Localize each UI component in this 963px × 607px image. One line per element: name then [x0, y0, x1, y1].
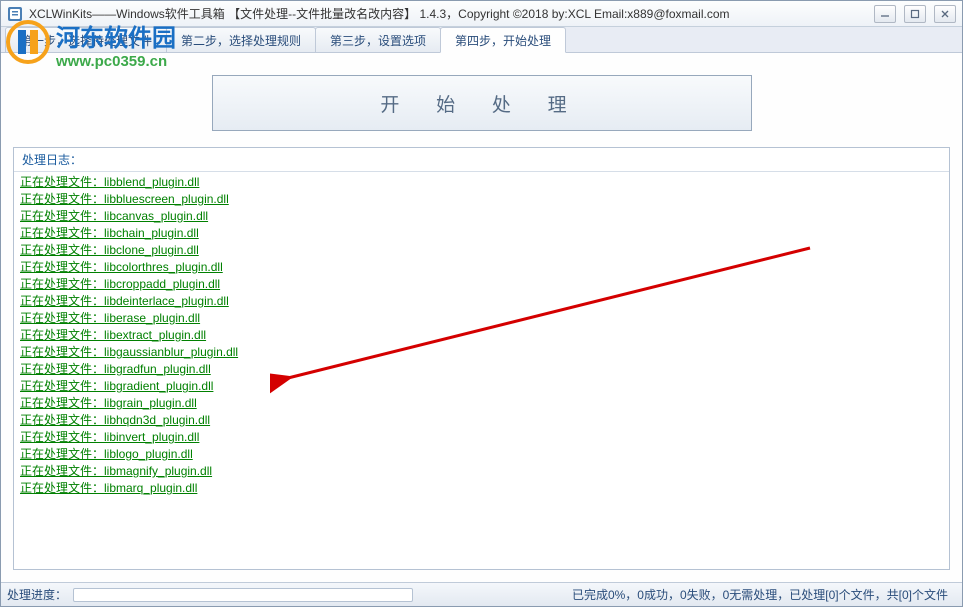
log-line: 正在处理文件：libmagnify_plugin.dll — [20, 463, 943, 480]
log-line: 正在处理文件：liberase_plugin.dll — [20, 310, 943, 327]
app-icon — [7, 6, 23, 22]
close-button[interactable] — [934, 5, 956, 23]
log-line: 正在处理文件：libmarq_plugin.dll — [20, 480, 943, 497]
status-summary: 已完成0%，0成功，0失败，0无需处理，已处理[0]个文件，共[0]个文件 — [572, 586, 948, 603]
log-line: 正在处理文件：libcanvas_plugin.dll — [20, 208, 943, 225]
step-tabs: 第一步，选择待处理文件 第二步，选择处理规则 第三步，设置选项 第四步，开始处理 — [1, 27, 962, 53]
tab-step1[interactable]: 第一步，选择待处理文件 — [5, 27, 167, 52]
main-window: XCLWinKits——Windows软件工具箱 【文件处理--文件批量改名改内… — [0, 0, 963, 607]
titlebar: XCLWinKits——Windows软件工具箱 【文件处理--文件批量改名改内… — [1, 1, 962, 27]
progress-bar — [73, 588, 413, 602]
log-line: 正在处理文件：libgaussianblur_plugin.dll — [20, 344, 943, 361]
tab-panel-step4: 开 始 处 理 处理日志： 正在处理文件：libblend_plugin.dll… — [1, 53, 962, 582]
tab-step3[interactable]: 第三步，设置选项 — [315, 27, 441, 52]
log-header: 处理日志： — [14, 148, 949, 172]
window-title: XCLWinKits——Windows软件工具箱 【文件处理--文件批量改名改内… — [29, 5, 874, 22]
log-line: 正在处理文件：libextract_plugin.dll — [20, 327, 943, 344]
log-line: 正在处理文件：libdeinterlace_plugin.dll — [20, 293, 943, 310]
log-body[interactable]: 正在处理文件：libblend_plugin.dll正在处理文件：libblue… — [14, 172, 949, 569]
tab-step2[interactable]: 第二步，选择处理规则 — [166, 27, 316, 52]
progress-label: 处理进度： — [7, 586, 67, 603]
statusbar: 处理进度： 已完成0%，0成功，0失败，0无需处理，已处理[0]个文件，共[0]… — [1, 582, 962, 606]
log-line: 正在处理文件：libcolorthres_plugin.dll — [20, 259, 943, 276]
log-line: 正在处理文件：libbluescreen_plugin.dll — [20, 191, 943, 208]
minimize-button[interactable] — [874, 5, 896, 23]
log-panel: 处理日志： 正在处理文件：libblend_plugin.dll正在处理文件：l… — [13, 147, 950, 570]
maximize-button[interactable] — [904, 5, 926, 23]
log-line: 正在处理文件：liblogo_plugin.dll — [20, 446, 943, 463]
log-line: 正在处理文件：libgradfun_plugin.dll — [20, 361, 943, 378]
start-processing-button[interactable]: 开 始 处 理 — [212, 75, 752, 131]
log-line: 正在处理文件：libblend_plugin.dll — [20, 174, 943, 191]
tab-step4[interactable]: 第四步，开始处理 — [440, 27, 566, 53]
log-line: 正在处理文件：libcroppadd_plugin.dll — [20, 276, 943, 293]
log-line: 正在处理文件：libchain_plugin.dll — [20, 225, 943, 242]
log-line: 正在处理文件：libinvert_plugin.dll — [20, 429, 943, 446]
log-line: 正在处理文件：libgradient_plugin.dll — [20, 378, 943, 395]
log-line: 正在处理文件：libhqdn3d_plugin.dll — [20, 412, 943, 429]
log-line: 正在处理文件：libclone_plugin.dll — [20, 242, 943, 259]
window-controls — [874, 5, 956, 23]
log-line: 正在处理文件：libgrain_plugin.dll — [20, 395, 943, 412]
